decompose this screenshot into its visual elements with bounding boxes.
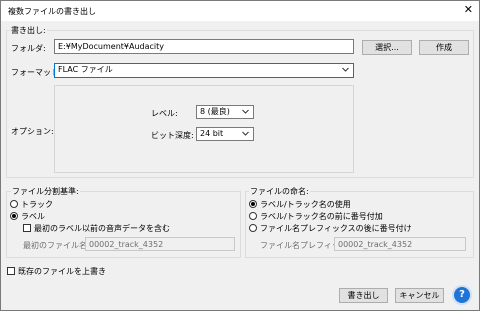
- naming-number-after-prefix-radio[interactable]: [249, 224, 257, 232]
- naming-number-before-label: ラベル/トラック名の前に番号付加: [260, 212, 383, 221]
- split-track-label: トラック: [21, 200, 53, 209]
- bitdepth-label: ビット深度:: [151, 131, 194, 140]
- prefix-input[interactable]: 00002_track_4352: [334, 237, 466, 251]
- first-file-label: 最初のファイル名:: [23, 241, 90, 250]
- bitdepth-select[interactable]: 24 bit: [196, 127, 254, 141]
- first-file-input[interactable]: 00002_track_4352: [85, 237, 235, 251]
- title-bar: 複数ファイルの書き出し ✕: [1, 1, 479, 21]
- close-icon[interactable]: ✕: [464, 4, 473, 16]
- include-audio-checkbox[interactable]: [23, 224, 31, 232]
- level-select[interactable]: 8 (最良): [196, 105, 254, 119]
- level-value: 8 (最良): [200, 107, 230, 116]
- help-icon[interactable]: ?: [454, 287, 470, 303]
- split-legend: ファイル分割基準:: [11, 186, 80, 197]
- export-multiple-dialog: 複数ファイルの書き出し ✕ 書き出し: フォルダ: E:¥MyDocument¥…: [0, 0, 480, 311]
- split-label-radio[interactable]: [10, 212, 18, 220]
- split-track-radio[interactable]: [10, 200, 18, 208]
- include-audio-label: 最初のラベル以前の音声データを含む: [34, 224, 170, 233]
- overwrite-checkbox[interactable]: [7, 267, 15, 275]
- chevron-down-icon: [242, 131, 249, 136]
- format-select[interactable]: FLAC ファイル: [54, 63, 354, 78]
- level-label: レベル:: [151, 109, 178, 118]
- window-title: 複数ファイルの書き出し: [8, 7, 96, 16]
- folder-label: フォルダ:: [11, 44, 46, 53]
- naming-number-after-prefix-label: ファイル名プレフィックスの後に番号付け: [260, 224, 412, 233]
- create-folder-button[interactable]: 作成: [419, 40, 469, 55]
- naming-use-name-radio[interactable]: [249, 200, 257, 208]
- naming-number-before-radio[interactable]: [249, 212, 257, 220]
- split-label-label: ラベル: [21, 212, 45, 221]
- overwrite-label: 既存のファイルを上書き: [18, 267, 106, 276]
- bitdepth-value: 24 bit: [200, 129, 224, 138]
- chevron-down-icon: [342, 67, 349, 72]
- options-label: オプション:: [11, 127, 54, 136]
- cancel-button[interactable]: キャンセル: [395, 288, 444, 303]
- folder-input[interactable]: E:¥MyDocument¥Audacity: [54, 39, 354, 54]
- chevron-down-icon: [242, 109, 249, 114]
- export-legend: 書き出し:: [10, 25, 47, 36]
- export-button[interactable]: 書き出し: [339, 288, 388, 303]
- naming-use-name-label: ラベル/トラック名の使用: [260, 200, 351, 209]
- browse-button[interactable]: 選択...: [362, 40, 412, 55]
- naming-legend: ファイルの命名:: [249, 186, 310, 197]
- format-value: FLAC ファイル: [58, 65, 113, 74]
